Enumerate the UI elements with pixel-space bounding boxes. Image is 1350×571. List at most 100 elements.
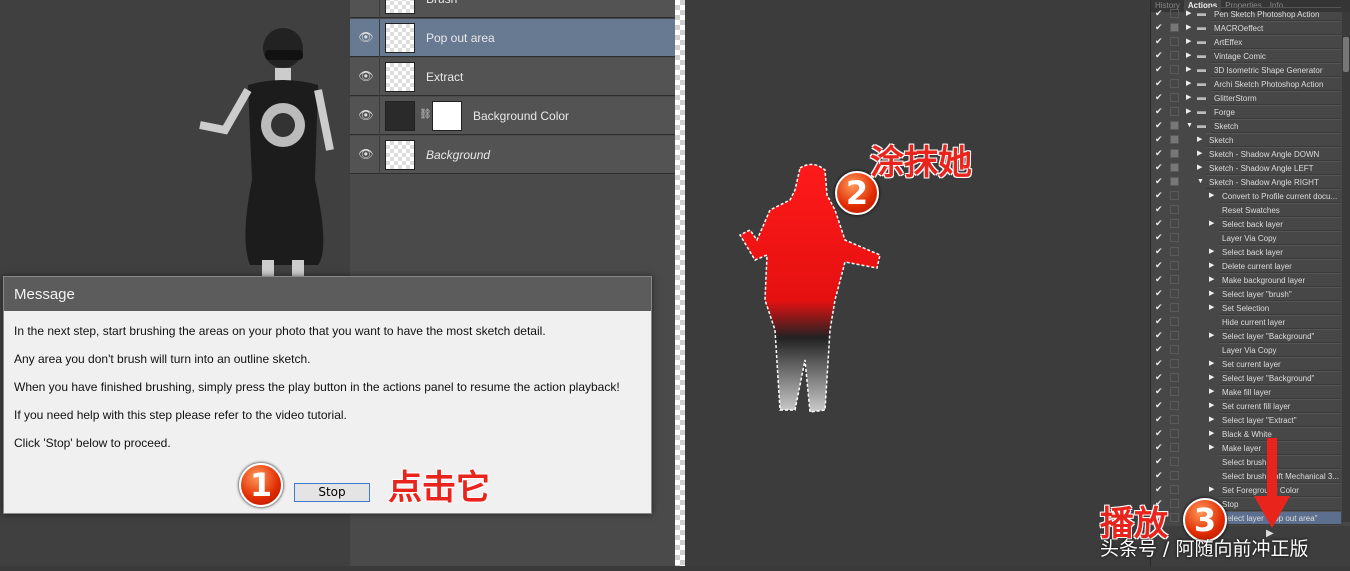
dialog-toggle[interactable] bbox=[1170, 513, 1179, 522]
action-row[interactable]: ✔ ▶ ▬ MACROeffect bbox=[1151, 21, 1341, 35]
action-row[interactable]: ✔ ▶ ▬ Archi Sketch Photoshop Action bbox=[1151, 77, 1341, 91]
check-icon[interactable]: ✔ bbox=[1155, 413, 1163, 426]
action-row[interactable]: ✔ ▶ Make background layer bbox=[1151, 273, 1341, 287]
check-icon[interactable]: ✔ bbox=[1155, 357, 1163, 370]
action-row[interactable]: ✔ ▶ Select layer "Extract" bbox=[1151, 413, 1341, 427]
collapsed-icon[interactable]: ▶ bbox=[1186, 91, 1191, 104]
action-row[interactable]: ✔ Select brush Soft Mechanical 3... bbox=[1151, 469, 1341, 483]
check-icon[interactable]: ✔ bbox=[1155, 119, 1163, 132]
eye-icon[interactable]: 👁 bbox=[358, 108, 374, 124]
dialog-toggle[interactable] bbox=[1170, 443, 1179, 452]
scrollbar-thumb[interactable] bbox=[1343, 37, 1349, 72]
action-row[interactable]: ✔ ▶ ▬ Pen Sketch Photoshop Action bbox=[1151, 7, 1341, 21]
dialog-toggle[interactable] bbox=[1170, 317, 1179, 326]
canvas-area[interactable] bbox=[685, 0, 1150, 566]
collapsed-icon[interactable]: ▶ bbox=[1197, 133, 1202, 146]
expanded-icon[interactable]: ▼ bbox=[1197, 175, 1204, 188]
visibility-toggle[interactable]: 👁 bbox=[350, 136, 380, 174]
action-row[interactable]: ✔ ▶ Select layer "Background" bbox=[1151, 371, 1341, 385]
check-icon[interactable]: ✔ bbox=[1155, 133, 1163, 146]
check-icon[interactable]: ✔ bbox=[1155, 91, 1163, 104]
dialog-toggle[interactable] bbox=[1170, 205, 1179, 214]
dialog-toggle[interactable] bbox=[1170, 219, 1179, 228]
collapsed-icon[interactable]: ▶ bbox=[1209, 371, 1214, 384]
action-row[interactable]: ✔ ▼ Sketch - Shadow Angle RIGHT bbox=[1151, 175, 1341, 189]
check-icon[interactable]: ✔ bbox=[1155, 7, 1163, 20]
visibility-toggle[interactable]: 👁 bbox=[350, 97, 380, 135]
dialog-toggle[interactable] bbox=[1170, 247, 1179, 256]
action-row[interactable]: ✔ ▶ ▬ Vintage Comic bbox=[1151, 49, 1341, 63]
dialog-toggle[interactable] bbox=[1170, 121, 1179, 130]
check-icon[interactable]: ✔ bbox=[1155, 259, 1163, 272]
check-icon[interactable]: ✔ bbox=[1155, 329, 1163, 342]
dialog-toggle[interactable] bbox=[1170, 233, 1179, 242]
collapsed-icon[interactable]: ▶ bbox=[1209, 273, 1214, 286]
action-row[interactable]: ✔ ▶ Set Selection bbox=[1151, 301, 1341, 315]
dialog-toggle[interactable] bbox=[1170, 135, 1179, 144]
dialog-toggle[interactable] bbox=[1170, 37, 1179, 46]
action-row[interactable]: ✔ ▼ ▬ Sketch bbox=[1151, 119, 1341, 133]
action-row[interactable]: ✔ ▶ Set current layer bbox=[1151, 357, 1341, 371]
collapsed-icon[interactable]: ▶ bbox=[1209, 427, 1214, 440]
action-row[interactable]: ✔ Layer Via Copy bbox=[1151, 343, 1341, 357]
collapsed-icon[interactable]: ▶ bbox=[1186, 21, 1191, 34]
check-icon[interactable]: ✔ bbox=[1155, 105, 1163, 118]
check-icon[interactable]: ✔ bbox=[1155, 231, 1163, 244]
check-icon[interactable]: ✔ bbox=[1155, 63, 1163, 76]
collapsed-icon[interactable]: ▶ bbox=[1209, 483, 1214, 496]
check-icon[interactable]: ✔ bbox=[1155, 161, 1163, 174]
dialog-toggle[interactable] bbox=[1170, 177, 1179, 186]
check-icon[interactable]: ✔ bbox=[1155, 49, 1163, 62]
layer-row[interactable]: 👁 Background bbox=[350, 136, 675, 174]
layer-row[interactable]: 👁 Pop out area bbox=[350, 19, 675, 57]
check-icon[interactable]: ✔ bbox=[1155, 469, 1163, 482]
collapsed-icon[interactable]: ▶ bbox=[1186, 35, 1191, 48]
check-icon[interactable]: ✔ bbox=[1155, 77, 1163, 90]
action-row[interactable]: ✔ Hide current layer bbox=[1151, 315, 1341, 329]
dialog-toggle[interactable] bbox=[1170, 485, 1179, 494]
collapsed-icon[interactable]: ▶ bbox=[1186, 7, 1191, 20]
collapsed-icon[interactable]: ▶ bbox=[1186, 63, 1191, 76]
collapsed-icon[interactable]: ▶ bbox=[1197, 161, 1202, 174]
action-row[interactable]: ✔ ▶ Select back layer bbox=[1151, 217, 1341, 231]
action-row[interactable]: ✔ Reset Swatches bbox=[1151, 203, 1341, 217]
action-row[interactable]: ✔ ▶ Black & White bbox=[1151, 427, 1341, 441]
action-row[interactable]: ✔ ▶ Sketch - Shadow Angle LEFT bbox=[1151, 161, 1341, 175]
dialog-toggle[interactable] bbox=[1170, 9, 1179, 18]
dialog-toggle[interactable] bbox=[1170, 303, 1179, 312]
dialog-toggle[interactable] bbox=[1170, 275, 1179, 284]
layer-row[interactable]: 👁 ⛓ Background Color bbox=[350, 97, 675, 135]
eye-icon[interactable]: 👁 bbox=[358, 69, 374, 85]
check-icon[interactable]: ✔ bbox=[1155, 287, 1163, 300]
check-icon[interactable]: ✔ bbox=[1155, 35, 1163, 48]
dialog-toggle[interactable] bbox=[1170, 331, 1179, 340]
action-row[interactable]: ✔Select layer "Pop out area" bbox=[1151, 511, 1341, 525]
collapsed-icon[interactable]: ▶ bbox=[1209, 189, 1214, 202]
action-row[interactable]: ✔ Layer Via Copy bbox=[1151, 231, 1341, 245]
collapsed-icon[interactable]: ▶ bbox=[1209, 413, 1214, 426]
dialog-toggle[interactable] bbox=[1170, 387, 1179, 396]
check-icon[interactable]: ✔ bbox=[1155, 301, 1163, 314]
check-icon[interactable]: ✔ bbox=[1155, 441, 1163, 454]
visibility-toggle[interactable]: 👁 bbox=[350, 58, 380, 96]
check-icon[interactable]: ✔ bbox=[1155, 315, 1163, 328]
check-icon[interactable]: ✔ bbox=[1155, 343, 1163, 356]
collapsed-icon[interactable]: ▶ bbox=[1209, 441, 1214, 454]
action-row[interactable]: ✔ ▶ Sketch bbox=[1151, 133, 1341, 147]
collapsed-icon[interactable]: ▶ bbox=[1186, 77, 1191, 90]
check-icon[interactable]: ✔ bbox=[1155, 427, 1163, 440]
dialog-toggle[interactable] bbox=[1170, 289, 1179, 298]
layer-row[interactable]: Brush bbox=[350, 0, 675, 18]
dialog-toggle[interactable] bbox=[1170, 107, 1179, 116]
expanded-icon[interactable]: ▼ bbox=[1186, 119, 1193, 132]
dialog-toggle[interactable] bbox=[1170, 191, 1179, 200]
dialog-toggle[interactable] bbox=[1170, 373, 1179, 382]
collapsed-icon[interactable]: ▶ bbox=[1209, 287, 1214, 300]
action-row[interactable]: ✔ ▶ ▬ Forge bbox=[1151, 105, 1341, 119]
collapsed-icon[interactable]: ▶ bbox=[1209, 329, 1214, 342]
check-icon[interactable]: ✔ bbox=[1155, 245, 1163, 258]
action-row[interactable]: ✔ ▶ Select layer "Background" bbox=[1151, 329, 1341, 343]
check-icon[interactable]: ✔ bbox=[1155, 147, 1163, 160]
check-icon[interactable]: ✔ bbox=[1155, 399, 1163, 412]
action-row[interactable]: ✔ ▶ Set Foreground Color bbox=[1151, 483, 1341, 497]
